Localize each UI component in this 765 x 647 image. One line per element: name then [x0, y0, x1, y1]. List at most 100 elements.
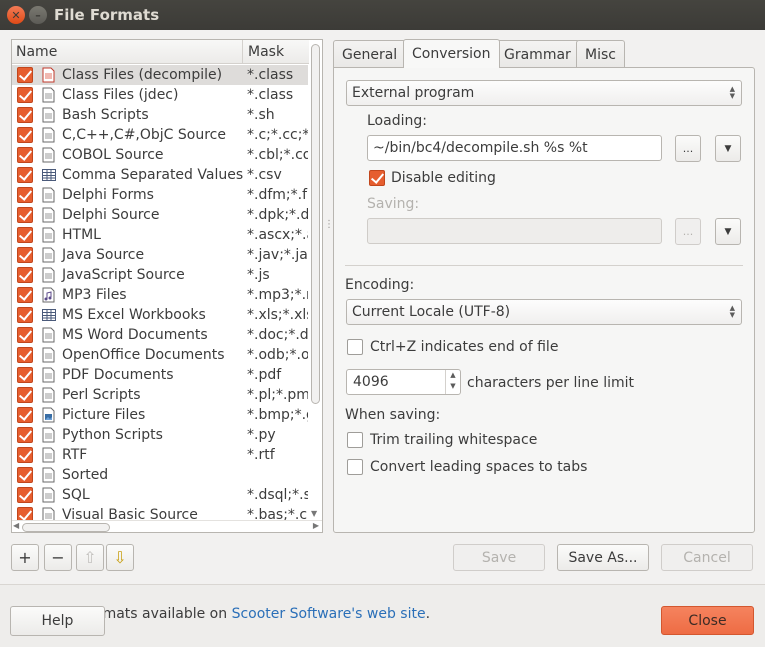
list-item[interactable]: RTF *.rtf	[12, 445, 308, 465]
format-enabled-checkbox[interactable]	[17, 367, 33, 383]
ctrlz-eof-checkbox[interactable]	[347, 339, 363, 355]
list-item[interactable]: SQL *.dsql;*.s	[12, 485, 308, 505]
close-button[interactable]: Close	[661, 606, 754, 635]
tab-misc[interactable]: Misc	[576, 40, 625, 68]
minimize-window-icon[interactable]: –	[29, 6, 47, 24]
saving-command-input[interactable]	[367, 218, 662, 244]
list-item[interactable]: MS Word Documents *.doc;*.do	[12, 325, 308, 345]
conversion-type-select[interactable]: External program ▲ ▼	[346, 80, 742, 106]
scroll-left-arrow-icon[interactable]: ◀	[13, 521, 19, 530]
cancel-button[interactable]: Cancel	[661, 544, 753, 571]
list-item[interactable]: COBOL Source *.cbl;*.co	[12, 145, 308, 165]
format-enabled-checkbox[interactable]	[17, 247, 33, 263]
disable-editing-checkbox[interactable]	[369, 170, 385, 186]
format-name: PDF Documents	[62, 367, 174, 383]
save-as-button[interactable]: Save As...	[557, 544, 649, 571]
list-item[interactable]: Delphi Forms *.dfm;*.fr	[12, 185, 308, 205]
list-item[interactable]: Class Files (jdec) *.class	[12, 85, 308, 105]
scroll-down-arrow-icon[interactable]: ▼	[311, 509, 317, 518]
list-item[interactable]: PDF Documents *.pdf	[12, 365, 308, 385]
trim-whitespace-checkbox[interactable]	[347, 432, 363, 448]
remove-format-button[interactable]: −	[44, 544, 72, 571]
vertical-scroll-thumb[interactable]	[311, 44, 320, 404]
convert-spaces-checkbox[interactable]	[347, 459, 363, 475]
format-enabled-checkbox[interactable]	[17, 207, 33, 223]
scooter-website-link[interactable]: Scooter Software's web site	[232, 606, 426, 622]
list-item[interactable]: Comma Separated Values *.csv	[12, 165, 308, 185]
loading-command-input[interactable]: ~/bin/bc4/decompile.sh %s %t	[367, 135, 662, 161]
list-item[interactable]: Java Source *.jav;*.jav	[12, 245, 308, 265]
list-item[interactable]: HTML *.ascx;*.a	[12, 225, 308, 245]
add-format-button[interactable]: +	[11, 544, 39, 571]
list-item[interactable]: Delphi Source *.dpk;*.dp	[12, 205, 308, 225]
format-enabled-checkbox[interactable]	[17, 167, 33, 183]
move-down-button[interactable]: ⇩	[106, 544, 134, 571]
list-item[interactable]: MS Excel Workbooks *.xls;*.xls	[12, 305, 308, 325]
format-enabled-checkbox[interactable]	[17, 467, 33, 483]
tab-grammar[interactable]: Grammar	[495, 40, 580, 68]
format-enabled-checkbox[interactable]	[17, 107, 33, 123]
list-item[interactable]: OpenOffice Documents *.odb;*.o	[12, 345, 308, 365]
format-enabled-checkbox[interactable]	[17, 127, 33, 143]
scroll-right-arrow-icon[interactable]: ▶	[313, 521, 319, 530]
vertical-scrollbar[interactable]: ▼	[309, 40, 322, 520]
format-enabled-checkbox[interactable]	[17, 307, 33, 323]
list-item[interactable]: Visual Basic Source *.bas;*.cl	[12, 505, 308, 520]
tab-conversion[interactable]: Conversion	[403, 39, 500, 68]
list-item[interactable]: Sorted	[12, 465, 308, 485]
list-item[interactable]: C,C++,C#,ObjC Source *.c;*.cc;*.	[12, 125, 308, 145]
tab-general[interactable]: General	[333, 40, 407, 68]
list-item[interactable]: Perl Scripts *.pl;*.pm	[12, 385, 308, 405]
format-enabled-checkbox[interactable]	[17, 387, 33, 403]
loading-dropdown-button[interactable]: ▼	[715, 135, 741, 162]
trim-whitespace-label[interactable]: Trim trailing whitespace	[370, 432, 537, 448]
format-enabled-checkbox[interactable]	[17, 267, 33, 283]
encoding-select[interactable]: Current Locale (UTF-8) ▲ ▼	[346, 299, 742, 325]
loading-browse-button[interactable]: ...	[675, 135, 701, 162]
format-enabled-checkbox[interactable]	[17, 227, 33, 243]
list-item[interactable]: MP3 Files *.mp3;*.m	[12, 285, 308, 305]
format-enabled-checkbox[interactable]	[17, 447, 33, 463]
format-enabled-checkbox[interactable]	[17, 487, 33, 503]
saving-dropdown-button[interactable]: ▼	[715, 218, 741, 245]
encoding-value: Current Locale (UTF-8)	[352, 304, 511, 320]
line-limit-value[interactable]: 4096	[353, 374, 389, 390]
format-enabled-checkbox[interactable]	[17, 147, 33, 163]
column-header-name[interactable]: Name	[16, 44, 57, 60]
format-enabled-checkbox[interactable]	[17, 407, 33, 423]
saving-browse-button[interactable]: ...	[675, 218, 701, 245]
format-enabled-checkbox[interactable]	[17, 427, 33, 443]
column-divider[interactable]	[242, 40, 243, 64]
ctrlz-eof-label[interactable]: Ctrl+Z indicates end of file	[370, 339, 558, 355]
convert-spaces-label[interactable]: Convert leading spaces to tabs	[370, 459, 587, 475]
list-item[interactable]: Python Scripts *.py	[12, 425, 308, 445]
close-window-icon[interactable]: ✕	[7, 6, 25, 24]
list-item[interactable]: Bash Scripts *.sh	[12, 105, 308, 125]
horizontal-scroll-thumb[interactable]	[22, 523, 110, 532]
format-enabled-checkbox[interactable]	[17, 327, 33, 343]
format-enabled-checkbox[interactable]	[17, 507, 33, 520]
format-enabled-checkbox[interactable]	[17, 347, 33, 363]
format-name: MS Excel Workbooks	[62, 307, 206, 323]
spin-arrows-icon[interactable]: ▲ ▼	[445, 370, 460, 394]
format-mask: *.class	[247, 67, 294, 83]
format-enabled-checkbox[interactable]	[17, 287, 33, 303]
format-mask: *.odb;*.o	[247, 347, 308, 363]
move-up-button[interactable]: ⇧	[76, 544, 104, 571]
format-enabled-checkbox[interactable]	[17, 187, 33, 203]
list-item[interactable]: Picture Files *.bmp;*.g	[12, 405, 308, 425]
help-button[interactable]: Help	[10, 606, 105, 636]
column-header-mask[interactable]: Mask	[248, 44, 284, 60]
document-icon	[42, 227, 55, 243]
file-format-list[interactable]: Name Mask Class Files (decompile) *.class…	[11, 39, 323, 533]
format-enabled-checkbox[interactable]	[17, 67, 33, 83]
horizontal-scrollbar[interactable]: ◀ ▶	[12, 520, 322, 532]
save-button[interactable]: Save	[453, 544, 545, 571]
list-item[interactable]: JavaScript Source *.js	[12, 265, 308, 285]
disable-editing-label[interactable]: Disable editing	[391, 170, 496, 186]
format-mask: *.c;*.cc;*.	[247, 127, 308, 143]
format-enabled-checkbox[interactable]	[17, 87, 33, 103]
line-limit-spinbox[interactable]: 4096 ▲ ▼	[346, 369, 461, 395]
list-item[interactable]: Class Files (decompile) *.class	[12, 65, 308, 85]
format-name: Delphi Forms	[62, 187, 154, 203]
